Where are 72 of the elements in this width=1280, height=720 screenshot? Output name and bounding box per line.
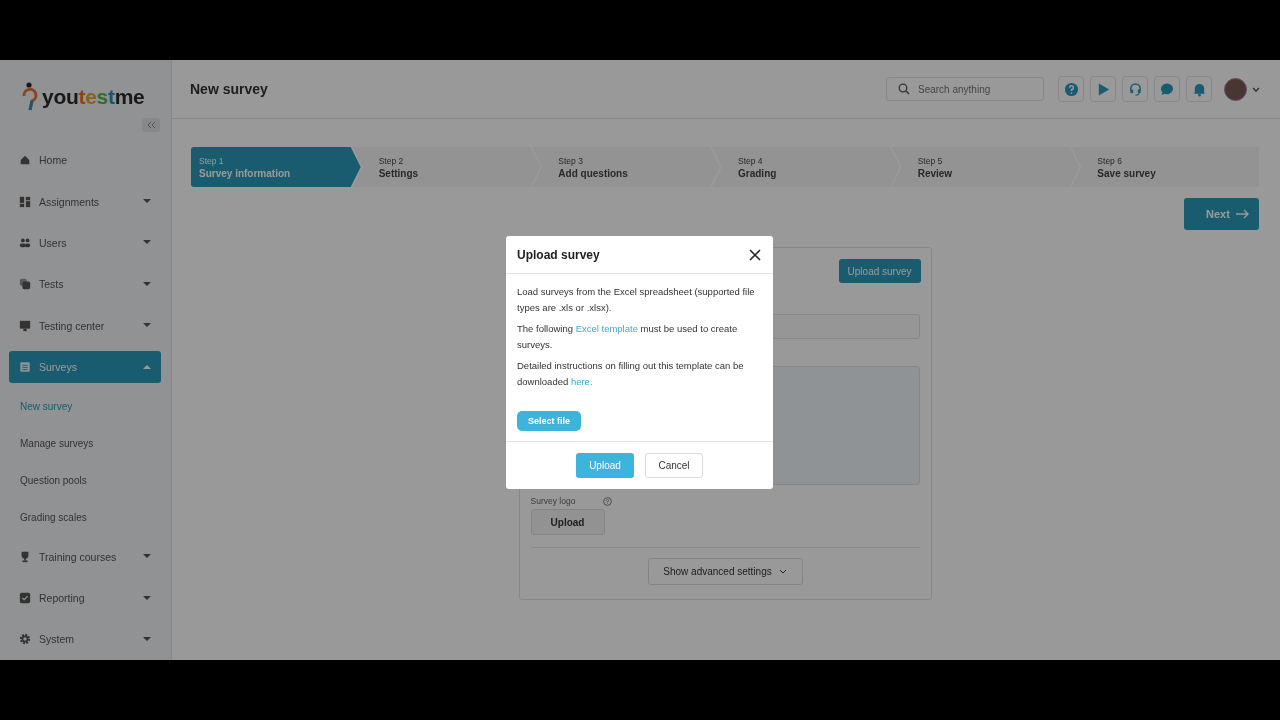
- sidebar-item[interactable]: Tests: [9, 268, 161, 300]
- search-icon: [898, 83, 910, 95]
- help-button[interactable]: [1058, 76, 1084, 102]
- caret-icon: [143, 554, 151, 560]
- headset-button[interactable]: [1122, 76, 1148, 102]
- sidebar-item[interactable]: Training courses: [9, 541, 161, 573]
- collapse-sidebar-button[interactable]: [142, 118, 160, 132]
- double-chevron-icon: [146, 120, 156, 129]
- chevron-down-icon[interactable]: [1252, 86, 1260, 92]
- monitor-icon: [19, 319, 31, 332]
- bell-button[interactable]: [1186, 76, 1212, 102]
- stack-icon: [19, 278, 31, 291]
- link[interactable]: Excel template: [575, 323, 638, 334]
- link[interactable]: here.: [570, 376, 593, 387]
- sidebar-item[interactable]: System: [9, 623, 161, 655]
- chat-icon: [1159, 81, 1175, 97]
- upload-survey-button[interactable]: Upload survey: [838, 259, 921, 283]
- logo-text: youtestme: [42, 84, 145, 109]
- sidebar-item[interactable]: Testing center: [9, 309, 161, 342]
- headset-icon: [1127, 81, 1143, 97]
- advanced-settings-button[interactable]: Show advanced settings: [647, 558, 803, 585]
- report-icon: [19, 592, 31, 605]
- caret-icon: [143, 364, 151, 370]
- next-button[interactable]: Next: [1184, 198, 1259, 230]
- sidebar-item[interactable]: Surveys: [9, 351, 161, 383]
- close-button[interactable]: [748, 247, 762, 262]
- caret-icon: [143, 595, 151, 601]
- step-tab[interactable]: Step 6 Save survey: [1071, 147, 1260, 187]
- step-tab[interactable]: Step 3 Add questions: [532, 147, 720, 187]
- trophy-icon: [19, 550, 31, 563]
- sidebar-item[interactable]: Reporting: [9, 582, 161, 614]
- users-icon: [19, 236, 31, 249]
- dialog-text: Detailed instructions on filling out this template can be downloaded here.: [517, 359, 745, 389]
- search-field[interactable]: Search anything: [886, 77, 1044, 101]
- help-icon: [1063, 81, 1079, 97]
- arrow-right-icon: [1236, 209, 1249, 219]
- sidebar-subitem[interactable]: Grading scales: [0, 498, 171, 537]
- sidebar-subitem[interactable]: Manage surveys: [0, 424, 171, 462]
- gear-icon: [19, 633, 31, 646]
- sidebar-item[interactable]: Home: [9, 144, 161, 176]
- step-tab[interactable]: Step 1 Survey information: [191, 147, 361, 187]
- sidebar-subitem[interactable]: Question pools: [0, 461, 171, 499]
- caret-icon: [143, 636, 151, 642]
- field-label: Survey logo: [530, 496, 577, 506]
- caret-icon: [143, 199, 151, 205]
- caret-icon: [143, 281, 151, 287]
- cancel-button[interactable]: Cancel: [645, 453, 703, 478]
- dialog-text: Load surveys from the Excel spreadsheet (supported file types are .xls or .xlsx).: [517, 285, 756, 315]
- sidebar-item[interactable]: Assignments: [9, 186, 161, 218]
- play-button[interactable]: [1090, 76, 1116, 102]
- home-icon: [19, 154, 31, 167]
- upload-button[interactable]: Upload: [530, 509, 605, 535]
- caret-icon: [143, 323, 151, 329]
- sidebar-subitem[interactable]: New survey: [0, 387, 171, 425]
- caret-icon: [143, 240, 151, 246]
- page-title: New survey: [190, 81, 269, 97]
- avatar[interactable]: [1224, 77, 1247, 101]
- person-logo-icon: [22, 81, 38, 112]
- select-file-button[interactable]: Select file: [517, 411, 582, 431]
- dialog-title: Upload survey: [517, 247, 600, 262]
- step-tab[interactable]: Step 2 Settings: [352, 147, 541, 187]
- upload-button[interactable]: Upload: [576, 453, 634, 478]
- step-tab[interactable]: Step 5 Review: [891, 147, 1080, 187]
- chevron-down-icon: [778, 569, 787, 574]
- grid-icon: [19, 195, 31, 208]
- chat-button[interactable]: [1154, 76, 1180, 102]
- help-icon: [602, 496, 612, 506]
- list-icon: [19, 360, 31, 373]
- bell-icon: [1191, 81, 1207, 97]
- dialog-text: The following Excel template must be used to create surveys.: [517, 322, 739, 352]
- sidebar-item[interactable]: Users: [9, 227, 161, 259]
- step-tab[interactable]: Step 4 Grading: [712, 147, 900, 187]
